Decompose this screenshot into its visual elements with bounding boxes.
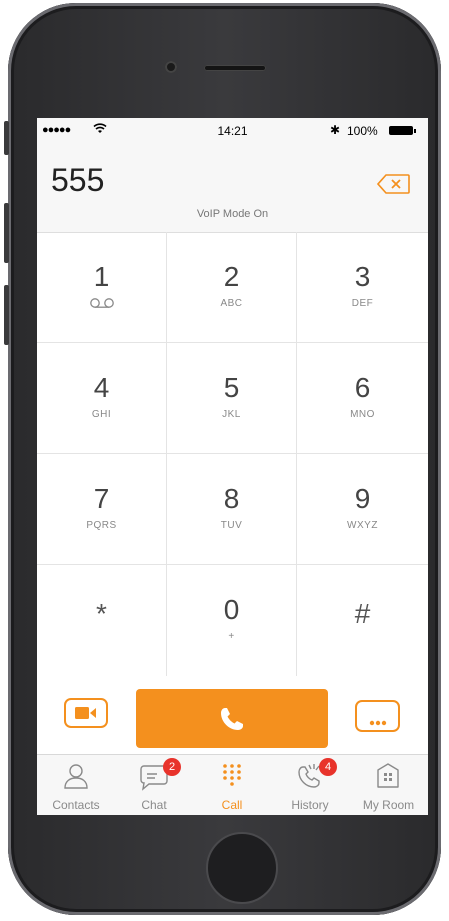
voicemail-icon [37, 296, 166, 314]
key-digit: 7 [93, 483, 110, 514]
tab-contacts[interactable]: Contacts [37, 755, 115, 815]
battery-icon [389, 126, 416, 135]
key-0[interactable]: 0 + [167, 565, 297, 676]
tab-label: My Room [362, 798, 415, 812]
screen: ●●●●● 14:21 ✱ 100% 555 VoIP Mode On 1 2 … [37, 118, 428, 815]
ellipsis-icon [369, 713, 387, 731]
volume-down-button [4, 285, 9, 345]
key-digit: 1 [93, 261, 110, 292]
key-digit: 8 [223, 483, 240, 514]
key-digit: 2 [223, 261, 240, 292]
backspace-icon[interactable] [376, 174, 410, 194]
key-3[interactable]: 3 DEF [297, 232, 428, 343]
more-options-button[interactable] [355, 700, 400, 732]
key-6[interactable]: 6 MNO [297, 343, 428, 454]
battery-percent: 100% [347, 124, 378, 138]
key-7[interactable]: 7 PQRS [37, 454, 167, 565]
key-digit: 6 [354, 372, 371, 403]
key-letters: WXYZ [347, 520, 378, 531]
chat-badge: 2 [163, 758, 181, 776]
key-letters: GHI [91, 409, 112, 420]
key-digit: # [354, 598, 371, 629]
key-hash[interactable]: # [297, 565, 428, 676]
tab-label: Chat [141, 798, 167, 812]
call-actions [37, 680, 428, 754]
key-5[interactable]: 5 JKL [167, 343, 297, 454]
key-4[interactable]: 4 GHI [37, 343, 167, 454]
dialpad-icon [217, 761, 247, 791]
front-camera [165, 61, 177, 73]
key-digit: 0 [223, 594, 240, 625]
contacts-icon [61, 761, 91, 791]
mute-switch [4, 121, 9, 155]
key-digit: * [96, 598, 107, 629]
status-bar: ●●●●● 14:21 ✱ 100% [37, 118, 428, 144]
key-9[interactable]: 9 WXYZ [297, 454, 428, 565]
home-button[interactable] [206, 832, 278, 904]
key-star[interactable]: * [37, 565, 167, 676]
number-entry: 555 VoIP Mode On [37, 144, 428, 233]
key-8[interactable]: 8 TUV [167, 454, 297, 565]
volume-up-button [4, 203, 9, 263]
key-digit: 9 [354, 483, 371, 514]
key-2[interactable]: 2 ABC [167, 232, 297, 343]
video-call-button[interactable] [64, 698, 108, 728]
key-letters: DEF [351, 298, 374, 309]
key-letters: PQRS [86, 520, 117, 531]
tab-bar: Contacts 2 Chat Call 4 History My Room [37, 754, 428, 815]
tab-call[interactable]: Call [193, 755, 271, 815]
key-1[interactable]: 1 [37, 232, 167, 343]
tab-history[interactable]: 4 History [271, 755, 349, 815]
tab-my-room[interactable]: My Room [349, 755, 428, 815]
phone-icon [218, 705, 246, 738]
earpiece-speaker [204, 65, 266, 71]
key-letters: TUV [220, 520, 243, 531]
key-digit: 5 [223, 372, 240, 403]
tab-label: Call [221, 798, 243, 812]
key-digit: 4 [93, 372, 110, 403]
key-digit: 3 [354, 261, 371, 292]
voip-mode-label: VoIP Mode On [196, 208, 269, 220]
dial-keypad: 1 2 ABC 3 DEF 4 GHI 5 JKL 6 MNO 7 PQRS 8… [37, 232, 428, 680]
tab-label: Contacts [52, 798, 100, 812]
key-letters: ABC [220, 298, 243, 309]
call-button[interactable] [136, 689, 328, 748]
tab-chat[interactable]: 2 Chat [115, 755, 193, 815]
tab-label: History [291, 798, 329, 812]
key-letters: JKL [222, 409, 241, 420]
key-letters: + [228, 631, 235, 642]
history-badge: 4 [319, 758, 337, 776]
dialed-number[interactable]: 555 [51, 162, 104, 199]
room-icon [373, 761, 403, 791]
bluetooth-icon: ✱ [330, 123, 341, 137]
video-camera-icon [75, 706, 97, 725]
key-letters: MNO [350, 409, 375, 420]
